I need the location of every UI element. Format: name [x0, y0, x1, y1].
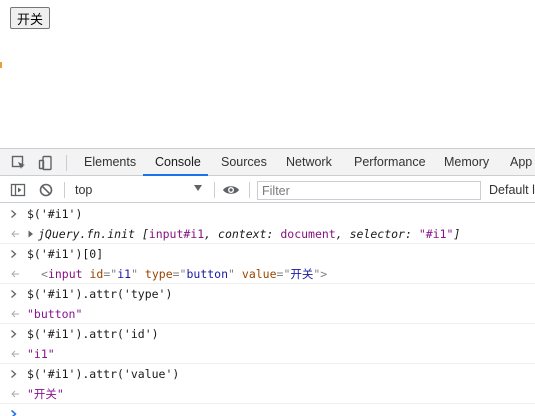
console-command: $('#i1') [27, 204, 82, 224]
console-result-line: <input id="i1" type="button" value="开关"> [0, 264, 535, 284]
edge-mark [0, 62, 2, 68]
input-prompt-icon [10, 244, 18, 264]
console-token: input [47, 267, 83, 281]
result-arrow-icon [10, 264, 20, 283]
console-token: "开关" [27, 387, 64, 401]
console-token: "button" [27, 307, 83, 321]
console-input-line: $('#i1')[0] [0, 244, 535, 264]
toolbar-separator [64, 182, 65, 198]
devtools-tabbar: Elements Console Sources Network Perform… [0, 149, 535, 176]
console-token: $('#i1').attr('id') [27, 327, 159, 341]
console-input-line: $('#i1').attr('value') [0, 364, 535, 384]
console-token: $('#i1').attr('type') [27, 287, 173, 301]
input-prompt-icon [10, 284, 18, 304]
console-input-line: $('#i1').attr('type') [0, 284, 535, 304]
console-token: $('#i1').attr('value') [27, 367, 180, 381]
console-token: " [131, 267, 138, 281]
expand-triangle-icon[interactable] [27, 224, 35, 243]
inspect-element-icon[interactable] [11, 155, 27, 171]
console-token: document [280, 227, 336, 241]
result-arrow-icon [10, 304, 20, 323]
console-token: , context: [204, 227, 281, 241]
result-arrow-icon [10, 344, 20, 363]
console-output: $('#i1') jQuery.fn.init [input#i1, contex… [0, 204, 535, 416]
console-token: $('#i1')[0] [27, 247, 104, 261]
device-toolbar-icon[interactable] [38, 155, 54, 171]
tabbar-separator [66, 155, 67, 171]
tab-sources[interactable]: Sources [221, 149, 267, 176]
result-arrow-icon [10, 224, 20, 243]
console-token: =" [103, 267, 118, 281]
console-result: "开关" [27, 384, 64, 403]
console-result-line: "i1" [0, 344, 535, 364]
console-token: id [82, 267, 104, 281]
console-command: $('#i1')[0] [27, 244, 103, 264]
devtools-panel: Elements Console Sources Network Perform… [0, 148, 535, 416]
toggle-button[interactable]: 开关 [10, 7, 51, 29]
console-result: jQuery.fn.init [input#i1, context: docum… [27, 224, 461, 243]
console-token: < [41, 267, 48, 281]
console-token: "#i1" [418, 227, 454, 241]
console-token: " [228, 267, 235, 281]
active-prompt-icon [10, 404, 18, 416]
console-result-line: jQuery.fn.init [input#i1, context: docum… [0, 224, 535, 244]
console-command: $('#i1').attr('type') [27, 284, 172, 304]
input-prompt-icon [10, 324, 18, 344]
console-toolbar: top Default l [0, 177, 535, 203]
tab-application[interactable]: App [510, 149, 532, 176]
console-input-line: $('#i1') [0, 204, 535, 224]
clear-console-icon[interactable] [38, 182, 54, 198]
console-token: button [186, 267, 229, 281]
console-command: $('#i1').attr('value') [27, 364, 179, 384]
console-token: "> [313, 267, 328, 281]
console-token: type [138, 267, 173, 281]
toolbar-separator [249, 182, 250, 198]
toolbar-separator [214, 182, 215, 198]
console-token: "i1" [27, 347, 55, 361]
console-result: "button" [27, 304, 83, 323]
sidebar-toggle-icon[interactable] [10, 182, 26, 198]
tab-memory[interactable]: Memory [444, 149, 489, 176]
console-token: jQuery.fn.init [ [38, 227, 149, 241]
console-result: <input id="i1" type="button" value="开关"> [27, 264, 328, 283]
console-prompt-line[interactable] [0, 404, 535, 416]
inspected-page: 开关 [0, 0, 535, 148]
console-result: "i1" [27, 344, 55, 363]
log-levels-dropdown[interactable]: Default l [489, 181, 535, 199]
console-token: 开关 [290, 267, 314, 281]
console-token: =" [276, 267, 291, 281]
console-token: $('#i1') [27, 207, 83, 221]
console-token: input#i1 [148, 227, 205, 241]
console-token: , selector: [335, 227, 419, 241]
console-result-line: "button" [0, 304, 535, 324]
input-prompt-icon [10, 364, 18, 384]
tab-performance[interactable]: Performance [354, 149, 426, 176]
console-token: i1 [117, 267, 132, 281]
context-selector[interactable]: top [72, 181, 210, 199]
tab-elements[interactable]: Elements [84, 149, 136, 176]
chevron-down-icon [194, 185, 202, 191]
active-tab-indicator [143, 174, 208, 176]
tab-network[interactable]: Network [286, 149, 332, 176]
input-prompt-icon [10, 204, 18, 224]
console-token: =" [172, 267, 187, 281]
result-arrow-icon [10, 384, 20, 403]
filter-input[interactable] [257, 181, 481, 200]
eye-icon[interactable] [222, 182, 239, 198]
console-token: ] [453, 227, 461, 241]
console-token: value [234, 267, 277, 281]
console-input-line: $('#i1').attr('id') [0, 324, 535, 344]
console-command: $('#i1').attr('id') [27, 324, 159, 344]
tab-console[interactable]: Console [155, 149, 201, 176]
console-result-line: "开关" [0, 384, 535, 404]
